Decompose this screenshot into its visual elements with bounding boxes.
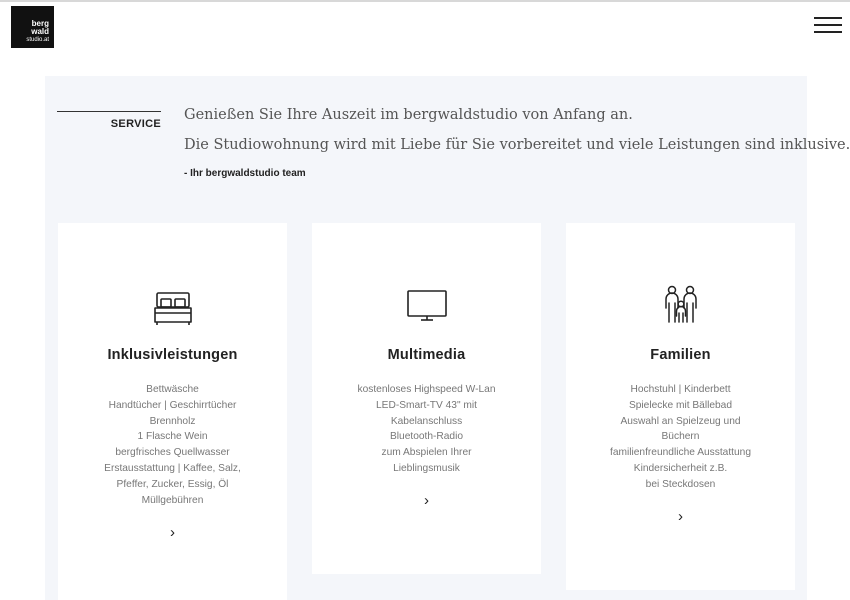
feature-item: Kindersicherheit z.B. — [633, 462, 728, 474]
feature-item: Hochstuhl | Kinderbett — [630, 384, 731, 395]
section-label-rule — [57, 111, 161, 112]
feature-item: Handtücher | Geschirrtücher — [108, 399, 237, 411]
feature-item: Kabelanschluss — [390, 415, 463, 427]
menu-bar — [814, 17, 842, 19]
feature-item: Pfeffer, Zucker, Essig, Öl — [116, 478, 229, 490]
chevron-right-icon[interactable]: › — [58, 525, 287, 541]
feature-item: Spielecke mit Bällebad — [628, 399, 733, 411]
site-logo[interactable]: berg wald studio.at — [11, 6, 54, 48]
feature-item: Erstausstattung | Kaffee, Salz, — [104, 462, 241, 474]
feature-item: LED-Smart-TV 43" mit — [376, 399, 477, 411]
feature-item: bergfrisches Quellwasser — [115, 447, 230, 459]
logo-text-line3: studio.at — [26, 37, 49, 43]
service-card-familien: Familien Hochstuhl | Kinderbett Spieleck… — [566, 223, 795, 590]
chevron-right-icon[interactable]: › — [312, 493, 541, 509]
feature-item: Büchern — [661, 431, 700, 443]
feature-item: kostenloses Highspeed W-Lan — [357, 384, 496, 395]
feature-list: kostenloses Highspeed W-Lan LED-Smart-TV… — [312, 382, 541, 477]
feature-item: zum Abspielen Ihrer — [381, 447, 472, 459]
feature-item: bei Steckdosen — [645, 478, 716, 490]
feature-item: Brennholz — [149, 415, 196, 427]
card-title: Familien — [650, 347, 711, 363]
intro-text-line1: Genießen Sie Ihre Auszeit im bergwaldstu… — [184, 107, 633, 123]
chevron-right-icon[interactable]: › — [566, 509, 795, 525]
hamburger-menu-icon[interactable] — [814, 15, 842, 35]
bed-icon — [58, 291, 287, 327]
feature-item: 1 Flasche Wein — [137, 431, 208, 443]
feature-item: familienfreundliche Ausstattung — [609, 447, 751, 459]
logo-text-line2: wald — [31, 27, 49, 36]
menu-bar — [814, 24, 842, 26]
feature-item: Bluetooth-Radio — [389, 431, 464, 443]
intro-signature: - Ihr bergwaldstudio team — [184, 168, 306, 179]
intro-text-line2: Die Studiowohnung wird mit Liebe für Sie… — [184, 137, 850, 153]
card-title: Inklusivleistungen — [107, 347, 238, 363]
top-border — [0, 0, 850, 2]
feature-item: Lieblingsmusik — [393, 462, 460, 474]
family-icon — [566, 285, 795, 325]
section-label: SERVICE — [110, 118, 161, 130]
feature-item: Bettwäsche — [146, 384, 199, 395]
menu-bar — [814, 31, 842, 33]
feature-item: Auswahl an Spielzeug und — [620, 415, 741, 427]
card-title: Multimedia — [387, 347, 466, 363]
tv-icon — [312, 289, 541, 323]
feature-list: Hochstuhl | Kinderbett Spielecke mit Bäl… — [566, 382, 795, 493]
service-card-multimedia: Multimedia kostenloses Highspeed W-Lan L… — [312, 223, 541, 574]
feature-list: Bettwäsche Handtücher | Geschirrtücher B… — [58, 382, 287, 508]
feature-item: Müllgebühren — [141, 494, 204, 506]
service-card-inklusivleistungen: Inklusivleistungen Bettwäsche Handtücher… — [58, 223, 287, 600]
